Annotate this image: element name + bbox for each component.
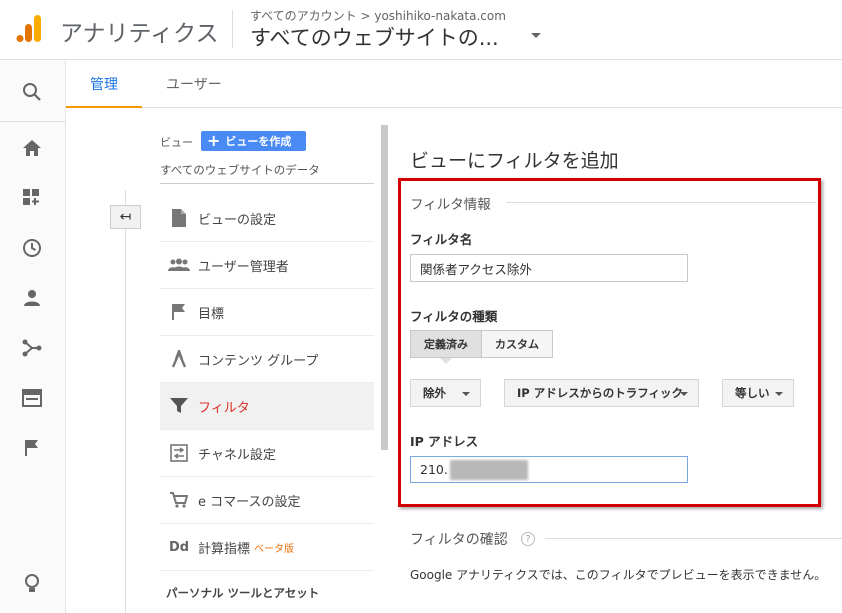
app-name: アナリティクス xyxy=(60,21,219,47)
home-icon[interactable] xyxy=(20,136,44,160)
lightbulb-icon[interactable] xyxy=(20,572,44,596)
nav-label: コンテンツ グループ xyxy=(198,353,319,369)
flag-icon xyxy=(160,303,198,321)
nav-item-ecommerce-settings[interactable]: e コマースの設定 xyxy=(160,477,374,524)
rail-divider xyxy=(0,121,66,122)
top-header: アナリティクス すべてのアカウント > yoshihiko-nakata.com… xyxy=(0,0,842,60)
active-tab-indicator xyxy=(66,106,142,108)
tab-admin[interactable]: 管理 xyxy=(90,74,118,94)
header-divider xyxy=(232,10,233,48)
nav-item-user-management[interactable]: ユーザー管理者 xyxy=(160,242,374,289)
content-group-icon xyxy=(160,350,198,368)
view-selector-underline xyxy=(160,183,374,184)
nav-label: ユーザー管理者 xyxy=(198,259,289,275)
verify-description: Google アナリティクスでは、このフィルタでプレビューを表示できません。 xyxy=(410,568,827,582)
search-icon[interactable] xyxy=(20,80,44,104)
left-rail xyxy=(0,60,66,613)
nav-item-content-grouping[interactable]: コンテンツ グループ xyxy=(160,336,374,383)
filter-verify-heading: フィルタの確認 xyxy=(410,532,508,548)
create-view-label: ビューを作成 xyxy=(225,135,292,148)
view-selector[interactable]: すべてのウェブサイトのデータ xyxy=(160,162,320,178)
tab-user[interactable]: ユーザー xyxy=(166,74,222,94)
cart-icon xyxy=(160,492,198,508)
view-label: ビュー xyxy=(160,136,193,149)
back-arrow-icon[interactable]: ↤ xyxy=(110,205,141,229)
nav-item-filters[interactable]: フィルタ xyxy=(160,383,374,430)
highlight-box xyxy=(398,178,821,507)
document-icon xyxy=(160,209,198,227)
channel-icon xyxy=(160,444,198,462)
filter-icon xyxy=(160,398,198,414)
nav-label: 計算指標 xyxy=(198,541,251,557)
nav-label: e コマースの設定 xyxy=(198,494,301,510)
plus-icon: + xyxy=(207,131,221,150)
tab-bar-divider xyxy=(66,107,842,108)
nav-label: チャネル設定 xyxy=(198,447,276,463)
personal-tools-heading: パーソナル ツールとアセット xyxy=(166,586,320,600)
person-icon[interactable] xyxy=(20,286,44,310)
chevron-down-icon[interactable] xyxy=(531,33,541,38)
dd-icon: Dd xyxy=(168,539,190,555)
people-icon xyxy=(160,258,198,272)
view-nav: ビューの設定 ユーザー管理者 目標 コンテンツ グループ フィルタ チャネル設定 xyxy=(160,195,374,571)
beta-badge: ベータ版 xyxy=(254,543,295,555)
nav-label: フィルタ xyxy=(198,400,250,416)
analytics-logo-icon[interactable] xyxy=(16,13,42,43)
browser-icon[interactable] xyxy=(20,386,44,410)
dashboard-icon[interactable] xyxy=(20,186,44,210)
help-icon[interactable]: ? xyxy=(521,532,535,546)
nav-item-calculated-metrics[interactable]: Dd 計算指標 ベータ版 xyxy=(160,524,374,571)
tree-line xyxy=(125,190,126,613)
clock-icon[interactable] xyxy=(20,236,44,260)
nav-label: 目標 xyxy=(198,306,225,322)
property-selector[interactable]: すべてのウェブサイトの... xyxy=(250,22,499,52)
nav-scrollbar[interactable] xyxy=(381,125,388,450)
create-view-button[interactable]: + ビューを作成 xyxy=(201,131,306,151)
nav-item-channel-settings[interactable]: チャネル設定 xyxy=(160,430,374,477)
section-divider xyxy=(545,538,842,539)
nav-item-goals[interactable]: 目標 xyxy=(160,289,374,336)
nav-label: ビューの設定 xyxy=(198,212,277,228)
page-title: ビューにフィルタを追加 xyxy=(410,150,619,172)
flag-icon[interactable] xyxy=(20,436,44,460)
nav-item-view-settings[interactable]: ビューの設定 xyxy=(160,195,374,242)
share-icon[interactable] xyxy=(20,336,44,360)
